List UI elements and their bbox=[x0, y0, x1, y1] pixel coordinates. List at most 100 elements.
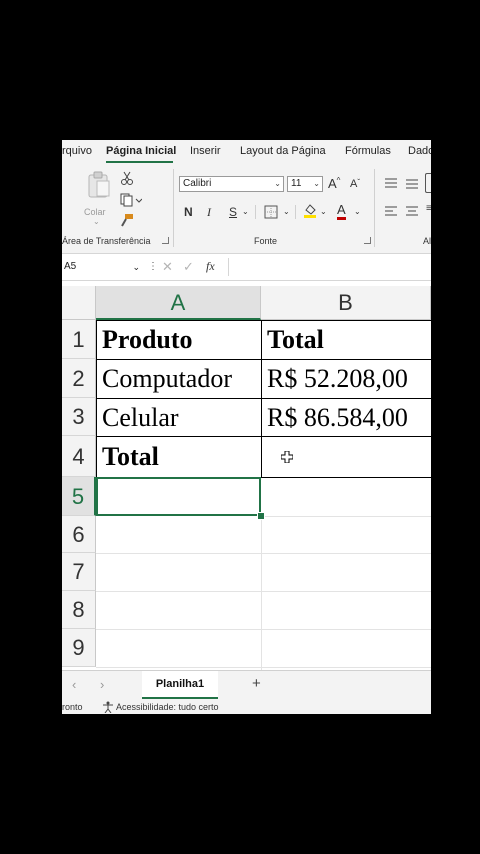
formula-input[interactable] bbox=[228, 258, 431, 276]
chevron-down-icon: ⌄ bbox=[93, 217, 100, 226]
select-all-corner[interactable] bbox=[62, 286, 96, 320]
wrap-text-button[interactable] bbox=[425, 173, 431, 193]
sheet-tab-bar: ‹ › Planilha1 + bbox=[62, 670, 431, 701]
font-group-label: Fonte bbox=[254, 236, 278, 246]
row-header-3[interactable]: 3 bbox=[62, 398, 96, 436]
accessibility-icon[interactable] bbox=[102, 701, 114, 713]
row-header-7[interactable]: 7 bbox=[62, 553, 96, 591]
chevron-down-icon[interactable]: ⌄ bbox=[354, 207, 361, 216]
ribbon-tabs: rquivo Página Inicial Inserir Layout da … bbox=[62, 140, 431, 165]
accessibility-status[interactable]: Acessibilidade: tudo certo bbox=[116, 702, 219, 712]
align-left-icon[interactable] bbox=[384, 205, 398, 217]
tab-formulas[interactable]: Fórmulas bbox=[345, 145, 391, 157]
worksheet-grid: A B 1 2 3 4 5 6 7 8 9 Produto Total Comp… bbox=[62, 286, 431, 670]
divider bbox=[295, 205, 296, 219]
fill-handle[interactable] bbox=[257, 512, 265, 520]
tab-inserir[interactable]: Inserir bbox=[190, 145, 221, 157]
cell-a2[interactable]: Computador bbox=[96, 359, 261, 398]
format-painter-icon[interactable] bbox=[120, 213, 134, 227]
add-sheet-button[interactable]: + bbox=[252, 675, 261, 692]
status-bar: ronto Acessibilidade: tudo certo bbox=[62, 700, 431, 714]
more-options-icon[interactable]: ⋮ bbox=[148, 261, 158, 272]
align-middle-icon[interactable] bbox=[405, 177, 419, 189]
cell-a4[interactable]: Total bbox=[96, 436, 261, 477]
chevron-down-icon[interactable]: ⌄ bbox=[242, 207, 249, 216]
copy-icon[interactable] bbox=[120, 193, 142, 207]
excel-window: rquivo Página Inicial Inserir Layout da … bbox=[62, 140, 431, 714]
active-tab-indicator bbox=[106, 161, 173, 163]
cut-icon[interactable] bbox=[120, 171, 134, 185]
scroll-left-icon[interactable]: ‹ bbox=[72, 677, 76, 692]
cell-b1[interactable]: Total bbox=[261, 320, 431, 359]
caret-down-icon: ˇ bbox=[357, 178, 361, 187]
bold-button[interactable]: N bbox=[184, 205, 193, 219]
shrink-font-button[interactable]: Aˇ bbox=[350, 178, 360, 190]
paste-label: Colar bbox=[84, 207, 106, 217]
cross-cursor-icon bbox=[281, 451, 293, 463]
table-border bbox=[96, 320, 97, 477]
cell-a3[interactable]: Celular bbox=[96, 398, 261, 436]
cell-a1[interactable]: Produto bbox=[96, 320, 261, 359]
alignment-group-label: Al bbox=[423, 236, 431, 246]
tab-layout-da-pagina[interactable]: Layout da Página bbox=[240, 145, 326, 157]
chevron-down-icon[interactable]: ⌄ bbox=[320, 207, 327, 216]
table-border bbox=[96, 398, 431, 399]
enter-icon[interactable]: ✓ bbox=[183, 259, 194, 275]
formula-bar: A5 ⌄ ⋮ ✕ ✓ fx bbox=[62, 254, 431, 281]
gridline bbox=[96, 553, 431, 554]
cancel-icon[interactable]: ✕ bbox=[162, 259, 173, 275]
table-border bbox=[96, 320, 431, 321]
column-header-a[interactable]: A bbox=[96, 286, 261, 320]
name-box[interactable]: A5 ⌄ bbox=[62, 258, 142, 276]
table-border bbox=[96, 436, 431, 437]
italic-button[interactable]: I bbox=[207, 205, 211, 220]
status-ready: ronto bbox=[62, 702, 83, 712]
row-header-9[interactable]: 9 bbox=[62, 629, 96, 667]
row-header-1[interactable]: 1 bbox=[62, 320, 96, 359]
chevron-down-icon[interactable]: ⌄ bbox=[283, 207, 290, 216]
column-header-b[interactable]: B bbox=[261, 286, 431, 320]
scroll-right-icon[interactable]: › bbox=[100, 677, 104, 692]
sheet-tab-planilha1[interactable]: Planilha1 bbox=[142, 671, 218, 699]
gridline bbox=[261, 516, 431, 517]
gridline bbox=[96, 667, 431, 668]
underline-button[interactable]: S bbox=[229, 205, 237, 219]
font-size-value: 11 bbox=[291, 178, 302, 189]
table-border bbox=[96, 359, 431, 360]
row-header-6[interactable]: 6 bbox=[62, 516, 96, 553]
font-color-button[interactable]: A bbox=[337, 202, 346, 220]
row-header-4[interactable]: 4 bbox=[62, 436, 96, 477]
chevron-down-icon[interactable]: ⌄ bbox=[132, 258, 140, 276]
clipboard-launcher-icon[interactable] bbox=[162, 237, 169, 244]
align-right-icon[interactable]: ≡ bbox=[426, 203, 431, 214]
chevron-down-icon: ⌄ bbox=[313, 179, 320, 188]
group-divider bbox=[374, 169, 375, 247]
cell-b2[interactable]: R$ 52.208,00 bbox=[261, 359, 431, 398]
font-name-value: Calibri bbox=[183, 178, 212, 189]
cell-b3[interactable]: R$ 86.584,00 bbox=[261, 398, 431, 436]
row-header-8[interactable]: 8 bbox=[62, 591, 96, 629]
gridline bbox=[96, 629, 431, 630]
group-divider bbox=[173, 169, 174, 247]
paste-button[interactable]: Colar ⌄ bbox=[84, 171, 114, 226]
row-header-5[interactable]: 5 bbox=[62, 477, 96, 516]
fill-color-icon[interactable] bbox=[303, 203, 317, 219]
tab-dados[interactable]: Dado bbox=[408, 145, 431, 157]
active-cell-a5[interactable] bbox=[96, 477, 261, 516]
gridline bbox=[261, 516, 262, 670]
borders-icon[interactable] bbox=[264, 205, 278, 219]
grow-font-letter: A bbox=[328, 176, 337, 191]
row-header-2[interactable]: 2 bbox=[62, 359, 96, 398]
insert-function-button[interactable]: fx bbox=[206, 259, 215, 274]
divider bbox=[255, 205, 256, 219]
tab-arquivo[interactable]: rquivo bbox=[62, 145, 92, 157]
tab-pagina-inicial[interactable]: Página Inicial bbox=[106, 145, 176, 157]
font-size-dropdown[interactable]: 11 ⌄ bbox=[287, 176, 323, 192]
align-top-icon[interactable] bbox=[384, 177, 398, 189]
align-center-icon[interactable] bbox=[405, 205, 419, 217]
grow-font-button[interactable]: A^ bbox=[328, 176, 340, 191]
font-launcher-icon[interactable] bbox=[364, 237, 371, 244]
caret-up-icon: ^ bbox=[336, 176, 341, 185]
chevron-down-icon: ⌄ bbox=[274, 179, 281, 188]
font-name-dropdown[interactable]: Calibri ⌄ bbox=[179, 176, 284, 192]
